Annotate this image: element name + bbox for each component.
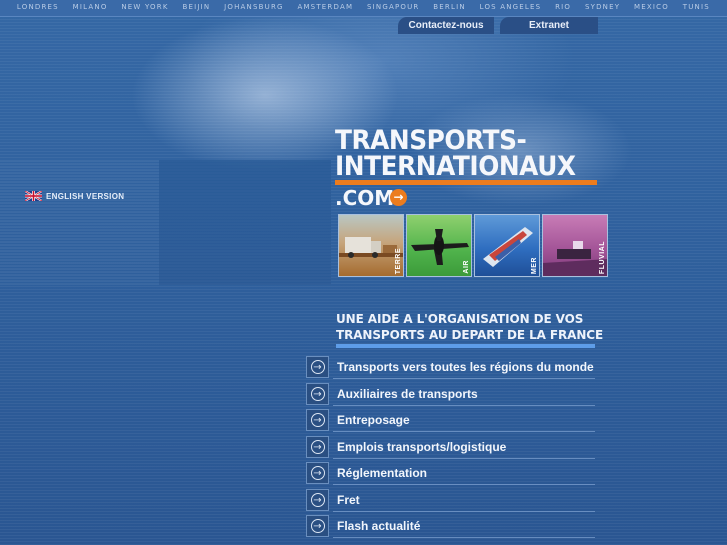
menu-divider xyxy=(333,484,595,485)
menu-item-label: Réglementation xyxy=(337,466,428,480)
city-link[interactable]: AMSTERDAM xyxy=(297,3,353,15)
photo-terre-label: TERRE xyxy=(395,247,402,274)
menu-item-label: Emplois transports/logistique xyxy=(337,439,507,454)
arrow-circle-icon: → xyxy=(306,356,329,378)
menu-item-transports-monde[interactable]: → Transports vers toutes les régions du … xyxy=(306,355,596,382)
arrow-circle-icon: → xyxy=(306,382,329,405)
menu-divider xyxy=(333,378,595,379)
english-version-label: ENGLISH VERSION xyxy=(46,191,125,201)
menu-item-fret[interactable]: → Fret xyxy=(306,488,596,515)
transport-mode-photos: TERRE AIR MER FLUVIAL xyxy=(338,214,610,277)
city-link[interactable]: JOHANSBURG xyxy=(224,3,284,15)
arrow-circle-icon: → xyxy=(306,409,329,431)
heading-line2: TRANSPORTS AU DEPART DE LA FRANCE xyxy=(336,328,604,342)
heading-line1: UNE AIDE A L'ORGANISATION DE VOS xyxy=(336,312,584,326)
menu-item-emplois[interactable]: → Emplois transports/logistique xyxy=(306,435,596,462)
menu-item-label: Flash actualité xyxy=(337,519,421,533)
arrow-circle-icon: → xyxy=(306,515,329,537)
photo-terre[interactable]: TERRE xyxy=(338,214,404,277)
menu-divider xyxy=(333,537,595,538)
city-link[interactable]: NEW YORK xyxy=(121,3,168,15)
photo-air[interactable]: AIR xyxy=(406,214,472,277)
uk-flag-icon xyxy=(25,191,42,201)
site-logo[interactable]: TRANSPORTS- INTERNATIONAUX .COM → xyxy=(335,127,597,210)
heading-underline xyxy=(336,344,595,348)
arrow-circle-icon: → xyxy=(306,462,329,484)
menu-item-auxiliaires[interactable]: → Auxiliaires de transports xyxy=(306,382,596,409)
photo-fluvial-label: FLUVIAL xyxy=(599,240,606,274)
menu-item-label: Auxiliaires de transports xyxy=(337,386,478,401)
city-link[interactable]: BEIJIN xyxy=(182,3,210,15)
menu-item-label: Entreposage xyxy=(337,413,410,427)
tab-contact-label: Contactez-nous xyxy=(408,20,484,31)
menu-divider xyxy=(333,404,595,406)
menu-divider xyxy=(333,510,595,512)
menu-item-reglementation[interactable]: → Réglementation xyxy=(306,461,596,488)
city-link[interactable]: LOS ANGELES xyxy=(480,3,542,15)
city-link[interactable]: MILANO xyxy=(73,3,108,15)
english-version-link[interactable]: ENGLISH VERSION xyxy=(25,191,124,201)
arrow-circle-icon: → xyxy=(306,435,329,458)
photo-mer-label: MER xyxy=(531,256,538,274)
tab-extranet-label: Extranet xyxy=(528,20,569,31)
city-link[interactable]: MEXICO xyxy=(634,3,669,15)
menu-item-label: Fret xyxy=(337,492,360,507)
city-link[interactable]: SYDNEY xyxy=(585,3,620,15)
page-heading: UNE AIDE A L'ORGANISATION DE VOS TRANSPO… xyxy=(336,311,603,343)
photo-fluvial[interactable]: FLUVIAL xyxy=(542,214,608,277)
photo-mer[interactable]: MER xyxy=(474,214,540,277)
logo-underline xyxy=(335,180,597,185)
city-link[interactable]: SINGAPOUR xyxy=(367,3,419,15)
content-panel xyxy=(159,160,331,285)
menu-item-label: Transports vers toutes les régions du mo… xyxy=(337,360,594,374)
logo-line3: .COM xyxy=(335,186,395,210)
menu-item-flash-actualite[interactable]: → Flash actualité xyxy=(306,514,596,541)
city-link[interactable]: RIO xyxy=(555,3,571,15)
city-list: LONDRES MILANO NEW YORK BEIJIN JOHANSBUR… xyxy=(0,3,727,15)
city-link[interactable]: BERLIN xyxy=(433,3,466,15)
tab-contact[interactable]: Contactez-nous xyxy=(398,17,494,34)
logo-line2: INTERNATIONAUX xyxy=(335,151,576,182)
city-link[interactable]: LONDRES xyxy=(17,3,59,15)
arrow-circle-icon: → xyxy=(306,488,329,511)
menu-item-entreposage[interactable]: → Entreposage xyxy=(306,408,596,435)
city-link[interactable]: TUNIS xyxy=(683,3,710,15)
tab-extranet[interactable]: Extranet xyxy=(500,17,598,34)
main-menu: → Transports vers toutes les régions du … xyxy=(306,355,596,541)
photo-air-label: AIR xyxy=(463,260,470,274)
arrow-right-icon: → xyxy=(390,189,407,206)
menu-divider xyxy=(333,457,595,459)
menu-divider xyxy=(333,431,595,432)
city-bar: LONDRES MILANO NEW YORK BEIJIN JOHANSBUR… xyxy=(0,0,727,17)
